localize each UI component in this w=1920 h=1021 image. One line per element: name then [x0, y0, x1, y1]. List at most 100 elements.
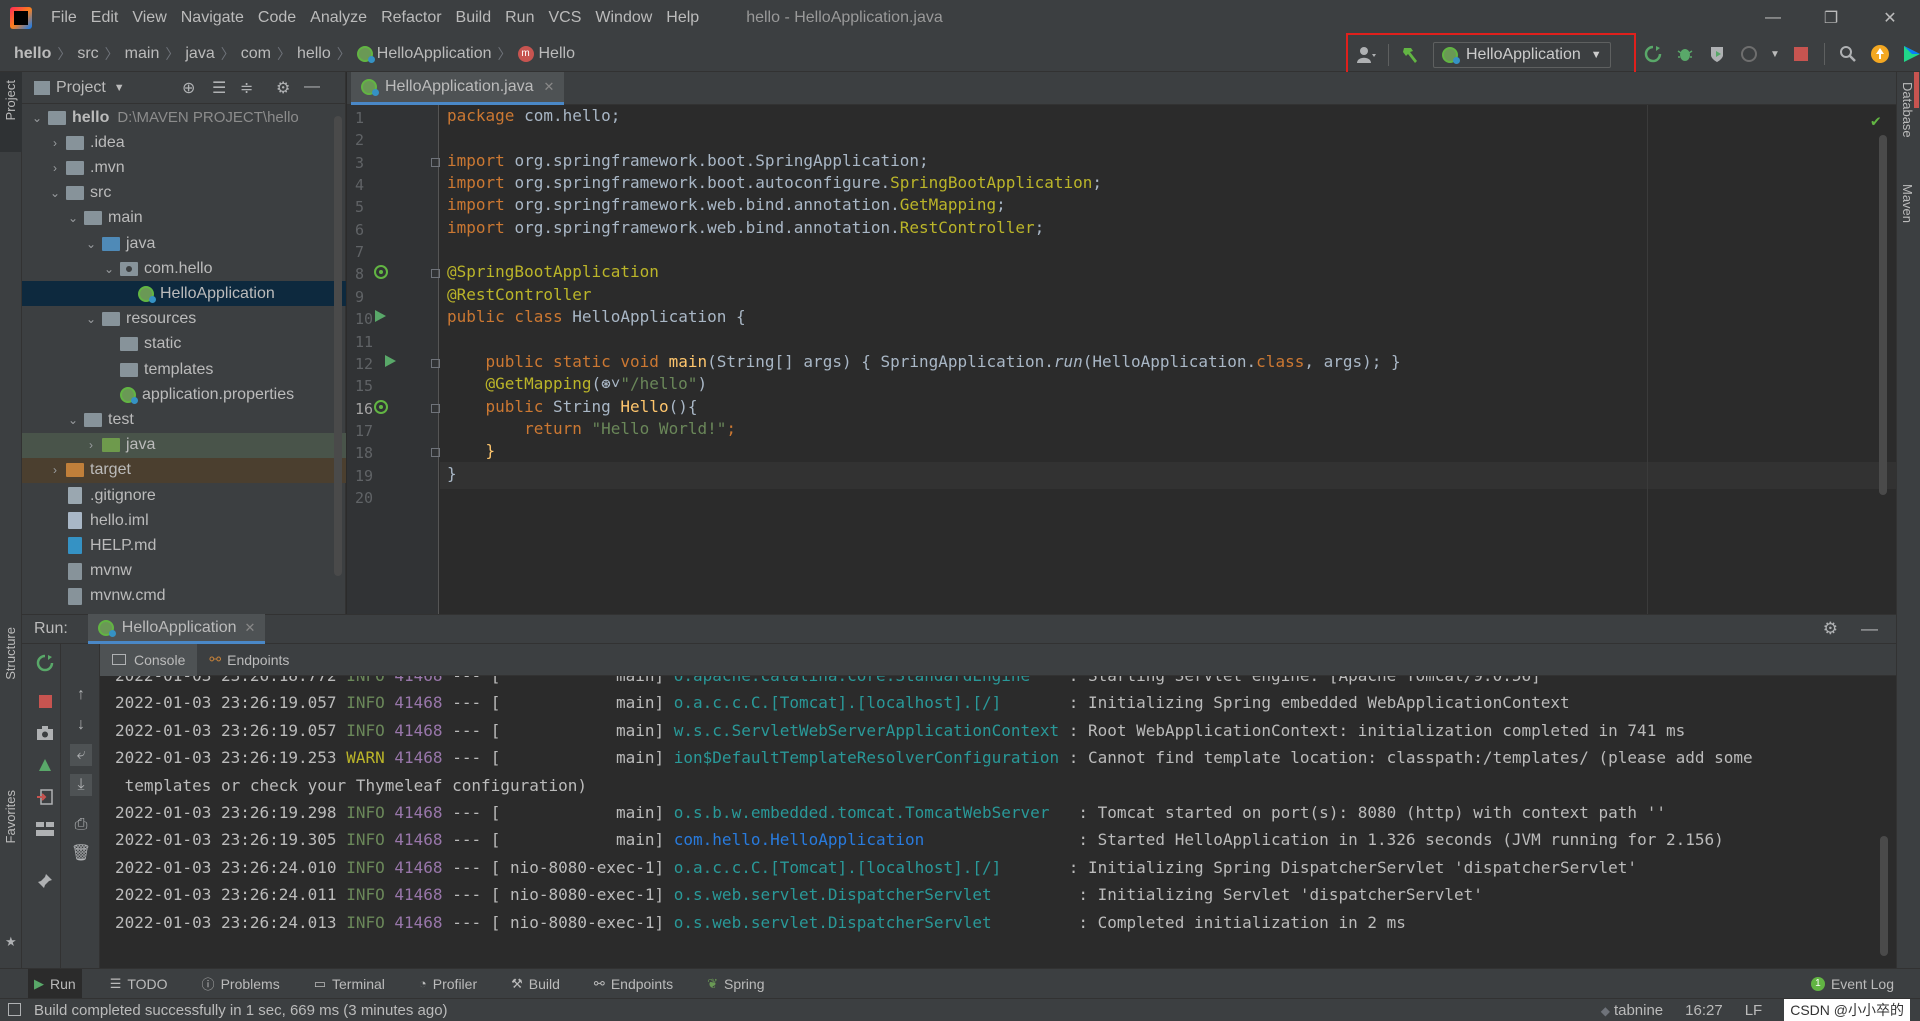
chevron-down-icon[interactable]: ⌄: [30, 111, 44, 125]
menu-analyze[interactable]: Analyze: [303, 9, 374, 27]
trash-icon[interactable]: 🗑: [70, 842, 92, 864]
fold-marker-icon[interactable]: [431, 358, 440, 368]
tree-item[interactable]: templates: [22, 357, 346, 382]
code-editor[interactable]: 1 2 3 4 5 6 7 8 9 10 11 12 15 16 17 18 19 20 package com.…: [347, 105, 1896, 614]
hide-icon[interactable]: —: [1861, 619, 1878, 639]
close-icon[interactable]: ✕: [245, 620, 256, 636]
tool-todo[interactable]: ☰ TODO: [104, 969, 174, 999]
tree-item[interactable]: hello.iml: [22, 508, 346, 533]
expand-all-icon[interactable]: ☰: [212, 78, 226, 98]
coverage-icon[interactable]: [1704, 41, 1730, 67]
tree-item[interactable]: mvnw.cmd: [22, 584, 346, 609]
tree-item[interactable]: › target: [22, 457, 346, 483]
tool-build[interactable]: ⚒ Build: [505, 969, 566, 999]
chevron-right-icon[interactable]: ›: [84, 438, 98, 452]
tab-hello-application[interactable]: HelloApplication.java ✕: [351, 72, 565, 105]
tree-item[interactable]: ⌄ resources: [22, 307, 346, 332]
breadcrumb-item[interactable]: com: [241, 45, 271, 63]
tabnine-status[interactable]: ◆ tabnine: [1601, 1002, 1663, 1019]
rerun-icon[interactable]: [34, 652, 56, 674]
editor-scrollbar[interactable]: [1879, 135, 1887, 495]
restore-layout-icon[interactable]: [34, 754, 56, 776]
chevron-down-icon[interactable]: ⌄: [84, 237, 98, 251]
tree-scrollbar[interactable]: [334, 116, 342, 576]
tree-item[interactable]: ⌄ com.hello: [22, 256, 346, 281]
soft-wrap-icon[interactable]: ⤶: [70, 744, 92, 766]
tool-terminal[interactable]: ▭ Terminal: [308, 969, 391, 999]
chevron-down-icon[interactable]: ▼: [1768, 41, 1782, 67]
tree-item[interactable]: › java: [22, 432, 346, 458]
chevron-down-icon[interactable]: ⌄: [102, 262, 116, 276]
chevron-down-icon[interactable]: ⌄: [66, 413, 80, 427]
project-panel-title[interactable]: Project: [56, 79, 106, 97]
tree-item[interactable]: static: [22, 332, 346, 357]
menu-file[interactable]: File: [44, 9, 84, 27]
pin-icon[interactable]: [34, 870, 56, 892]
maven-tool-button[interactable]: Maven: [1900, 184, 1915, 223]
tool-endpoints[interactable]: ⚯ Endpoints: [588, 969, 679, 999]
toggle-tool-windows-icon[interactable]: [8, 1003, 21, 1016]
chevron-right-icon[interactable]: ›: [48, 161, 62, 175]
breadcrumb-item[interactable]: hello: [14, 45, 51, 63]
structure-tool-button[interactable]: Structure: [3, 627, 18, 680]
breadcrumb-item[interactable]: m Hello: [517, 45, 575, 63]
tool-spring[interactable]: ❦ Spring: [701, 969, 770, 999]
tool-profiler[interactable]: ◔ Profiler: [413, 969, 483, 999]
console-scrollbar[interactable]: [1880, 836, 1888, 956]
run-gutter-icon[interactable]: [383, 354, 399, 370]
line-separator[interactable]: LF: [1745, 1002, 1763, 1019]
console-output[interactable]: 2022-01-03 23:26:18.772 INFO 41468 --- […: [100, 676, 1896, 968]
chevron-down-icon[interactable]: ▼: [114, 82, 125, 94]
tree-item[interactable]: ⌄ src: [22, 181, 346, 206]
run-gutter-icon[interactable]: [373, 309, 389, 325]
tab-console[interactable]: Console: [100, 643, 198, 676]
breadcrumb-item[interactable]: hello: [297, 45, 331, 63]
database-tool-button[interactable]: Database: [1900, 82, 1915, 138]
tool-problems[interactable]: ⓘ Problems: [196, 969, 286, 999]
breadcrumb-item[interactable]: main: [125, 45, 160, 63]
breadcrumb-item[interactable]: HelloApplication: [356, 45, 492, 63]
fold-marker-icon[interactable]: [431, 269, 440, 279]
toolbox-icon[interactable]: [1899, 41, 1920, 67]
menu-refactor[interactable]: Refactor: [374, 9, 448, 27]
update-icon[interactable]: [1867, 41, 1893, 67]
tree-item[interactable]: mvnw: [22, 559, 346, 584]
run-tab-hello-application[interactable]: HelloApplication ✕: [87, 614, 266, 644]
menu-run[interactable]: Run: [498, 9, 541, 27]
fold-marker-icon[interactable]: [431, 157, 440, 167]
chevron-down-icon[interactable]: ⌄: [66, 211, 80, 225]
search-icon[interactable]: [1835, 41, 1861, 67]
spring-bean-icon[interactable]: [373, 264, 389, 280]
print-icon[interactable]: ⎙: [70, 814, 92, 836]
menu-build[interactable]: Build: [449, 9, 499, 27]
exit-icon[interactable]: [34, 786, 56, 808]
project-tool-button[interactable]: Project: [3, 80, 18, 120]
gear-icon[interactable]: ⚙: [276, 78, 290, 98]
favorites-tool-button[interactable]: Favorites: [3, 790, 18, 843]
tree-item[interactable]: › .mvn: [22, 155, 346, 180]
tool-run[interactable]: ▶ Run: [28, 968, 82, 999]
up-arrow-icon[interactable]: ↑: [70, 684, 92, 706]
menu-navigate[interactable]: Navigate: [174, 9, 251, 27]
hammer-icon[interactable]: [1397, 42, 1423, 68]
locate-icon[interactable]: ⊕: [182, 78, 195, 98]
collapse-all-icon[interactable]: ≑: [240, 78, 253, 98]
tree-item[interactable]: › .idea: [22, 130, 346, 155]
tree-item[interactable]: ⌄ hello D:\MAVEN PROJECT\hello: [22, 105, 346, 130]
user-icon[interactable]: [1354, 42, 1380, 68]
camera-icon[interactable]: [34, 722, 56, 744]
tab-endpoints[interactable]: ⚯ Endpoints: [197, 644, 301, 676]
chevron-down-icon[interactable]: ⌄: [84, 312, 98, 326]
tree-item[interactable]: HelloApplication: [22, 281, 346, 307]
stop-icon[interactable]: [1788, 41, 1814, 67]
gear-icon[interactable]: ⚙: [1823, 619, 1838, 639]
breadcrumb-item[interactable]: java: [185, 45, 214, 63]
endpoint-gutter-icon[interactable]: [373, 399, 389, 415]
chevron-right-icon[interactable]: ›: [48, 463, 62, 477]
debug-icon[interactable]: [1672, 41, 1698, 67]
caret-position[interactable]: 16:27: [1685, 1002, 1723, 1019]
stop-icon[interactable]: [34, 690, 56, 712]
down-arrow-icon[interactable]: ↓: [70, 714, 92, 736]
chevron-down-icon[interactable]: ⌄: [48, 186, 62, 200]
menu-vcs[interactable]: VCS: [541, 9, 588, 27]
